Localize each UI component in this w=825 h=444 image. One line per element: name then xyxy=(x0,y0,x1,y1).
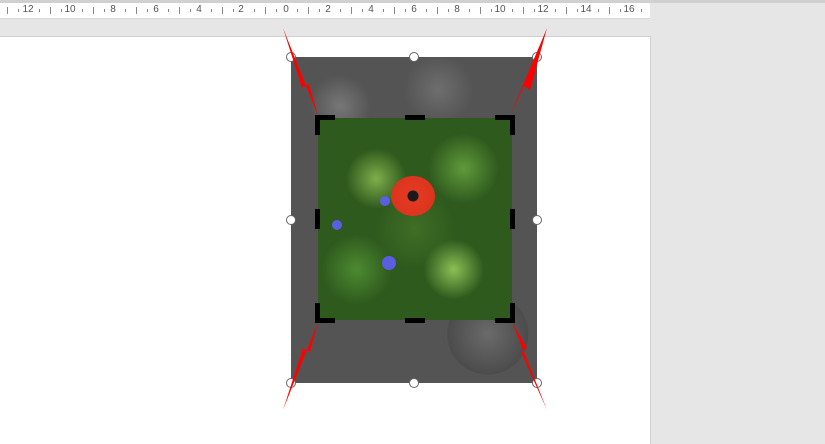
red-arrow-bottom-left xyxy=(283,322,318,410)
red-arrow-bottom-right xyxy=(512,322,547,410)
red-arrow-top-right xyxy=(510,28,547,116)
red-arrow-top-left xyxy=(283,28,318,116)
annotation-arrows xyxy=(283,28,547,410)
